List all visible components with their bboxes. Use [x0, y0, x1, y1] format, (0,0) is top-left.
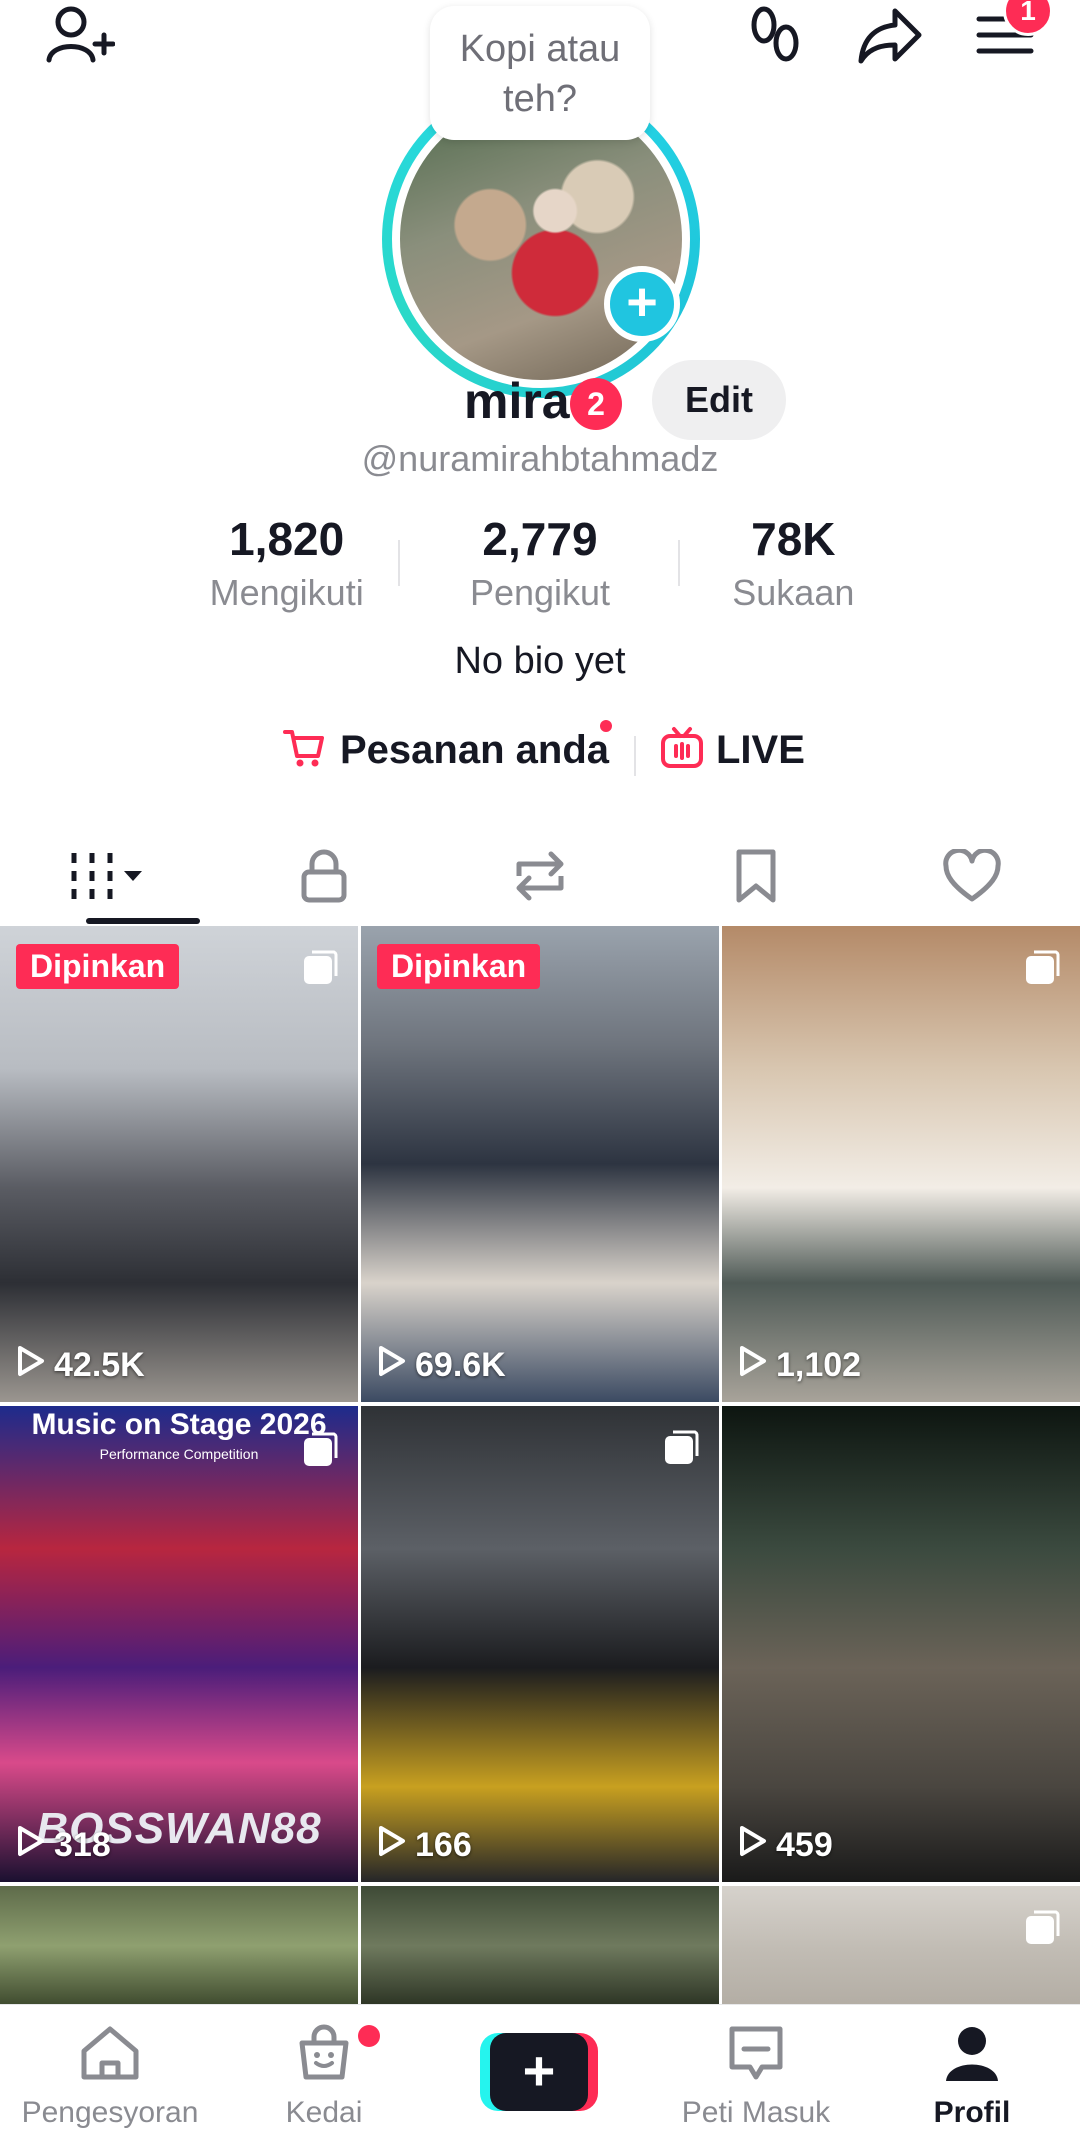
active-tab-indicator: [86, 918, 200, 924]
cart-icon: [282, 726, 326, 775]
multi-photo-icon: [300, 1430, 340, 1475]
heart-icon: [942, 847, 1002, 908]
name-notification-badge: 2: [570, 378, 622, 430]
multi-photo-icon: [1022, 948, 1062, 993]
multi-photo-icon: [300, 948, 340, 993]
stat-followers-value: 2,779: [482, 513, 598, 565]
profile-name: mira: [464, 373, 570, 429]
repost-icon: [509, 848, 571, 909]
play-icon: [738, 1825, 768, 1866]
nav-shop-label: Kedai: [285, 2096, 363, 2129]
stat-following-label: Mengikuti: [209, 572, 364, 613]
create-plus-icon: +: [490, 2033, 588, 2111]
view-count: 69.6K: [377, 1345, 506, 1386]
stat-divider: [678, 540, 680, 586]
live-label: LIVE: [716, 728, 805, 772]
bottom-navigation: Pengesyoran Kedai + Peti Masuk Profil: [0, 2004, 1080, 2152]
view-count-text: 166: [415, 1826, 472, 1864]
view-count-text: 318: [54, 1826, 111, 1864]
video-thumbnail[interactable]: Music on Stage 2026 Performance Competit…: [0, 1406, 358, 1882]
home-icon: [78, 2023, 142, 2088]
shop-icon: [294, 2023, 354, 2088]
tab-favorites[interactable]: [648, 830, 864, 926]
tab-reposts[interactable]: [432, 830, 648, 926]
video-thumbnail[interactable]: [722, 1886, 1080, 2006]
create-button[interactable]: +: [480, 2033, 598, 2111]
video-thumbnail[interactable]: [0, 1886, 358, 2006]
multi-photo-icon: [661, 1428, 701, 1473]
stat-followers-label: Pengikut: [469, 572, 611, 613]
video-thumbnail[interactable]: [361, 1886, 719, 2006]
nav-shop[interactable]: Kedai: [214, 2023, 434, 2130]
video-thumbnail[interactable]: 166: [361, 1406, 719, 1882]
stat-likes[interactable]: 78K Sukaan: [667, 512, 920, 622]
view-count: 42.5K: [16, 1345, 145, 1386]
play-icon: [377, 1825, 407, 1866]
nav-profile[interactable]: Profil: [864, 2023, 1080, 2130]
view-count-text: 42.5K: [54, 1346, 145, 1384]
tab-liked[interactable]: [864, 830, 1080, 926]
profile-links: Pesanan anda LIVE: [0, 718, 1080, 788]
links-divider: [634, 736, 636, 776]
view-count-text: 459: [776, 1826, 833, 1864]
live-link[interactable]: LIVE: [660, 726, 805, 775]
view-count-text: 69.6K: [415, 1346, 506, 1384]
view-count: 459: [738, 1825, 833, 1866]
edit-profile-button[interactable]: Edit: [652, 360, 786, 440]
live-tv-icon: [660, 726, 704, 775]
view-count: 318: [16, 1825, 111, 1866]
play-icon: [16, 1825, 46, 1866]
play-icon: [377, 1345, 407, 1386]
stat-followers[interactable]: 2,779 Pengikut: [413, 512, 666, 622]
orders-link[interactable]: Pesanan anda: [282, 726, 609, 775]
lock-icon: [299, 848, 349, 909]
play-icon: [16, 1345, 46, 1386]
video-thumbnail[interactable]: Dipinkan 42.5K: [0, 926, 358, 1402]
orders-dot: [600, 720, 612, 732]
view-count: 166: [377, 1825, 472, 1866]
stat-likes-label: Sukaan: [732, 572, 855, 613]
inbox-icon: [726, 2023, 786, 2088]
video-thumbnail[interactable]: 459: [722, 1406, 1080, 1882]
view-count-text: 1,102: [776, 1346, 862, 1384]
profile-icon: [942, 2023, 1002, 2088]
stat-following[interactable]: 1,820 Mengikuti: [160, 512, 413, 622]
view-count: 1,102: [738, 1345, 861, 1386]
play-icon: [738, 1345, 768, 1386]
add-story-plus-icon[interactable]: +: [604, 266, 680, 342]
video-thumbnail[interactable]: 1,102: [722, 926, 1080, 1402]
note-bubble-overlay[interactable]: Kopi atau teh?: [430, 6, 650, 140]
nav-inbox-label: Peti Masuk: [681, 2096, 831, 2129]
profile-tabs: [0, 830, 1080, 926]
stat-likes-value: 78K: [751, 513, 836, 565]
note-bubble-text: Kopi atau teh?: [459, 28, 621, 120]
profile-screen: 1 Kopi atau teh? + mira 2 Edit @nuramira…: [0, 0, 1080, 2152]
nav-home[interactable]: Pengesyoran: [0, 2023, 220, 2130]
pinned-badge: Dipinkan: [16, 944, 180, 989]
tab-videos[interactable]: [0, 830, 216, 926]
nav-profile-label: Profil: [933, 2096, 1011, 2129]
orders-label: Pesanan anda: [340, 728, 610, 772]
multi-photo-icon: [1022, 1908, 1062, 1953]
name-row: mira 2 Edit: [0, 358, 1080, 448]
stat-divider: [398, 540, 400, 586]
profile-bio: No bio yet: [454, 640, 626, 682]
shop-notification-dot: [358, 2025, 380, 2047]
share-icon[interactable]: [850, 2, 930, 68]
add-friend-icon[interactable]: [40, 2, 120, 68]
nav-home-label: Pengesyoran: [21, 2096, 199, 2129]
profile-stats: 1,820 Mengikuti 2,779 Pengikut 78K Sukaa…: [160, 512, 920, 622]
bookmark-icon: [733, 848, 779, 909]
tab-private[interactable]: [216, 830, 432, 926]
grid-icon: [66, 849, 150, 908]
footprints-icon[interactable]: [740, 2, 810, 68]
nav-inbox[interactable]: Peti Masuk: [646, 2023, 866, 2130]
profile-handle: @nuramirahbtahmadz: [361, 438, 719, 479]
pinned-badge: Dipinkan: [377, 944, 541, 989]
video-thumbnail[interactable]: Dipinkan 69.6K: [361, 926, 719, 1402]
stat-following-value: 1,820: [229, 513, 345, 565]
